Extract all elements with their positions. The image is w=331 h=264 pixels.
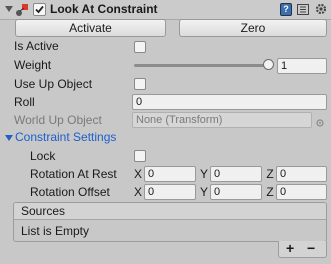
rotation-offset-y-input[interactable]: 0: [210, 184, 262, 200]
remove-source-button[interactable]: −: [307, 241, 315, 256]
gear-icon[interactable]: [314, 2, 328, 16]
roll-label: Roll: [14, 95, 35, 109]
rotation-offset-x-input[interactable]: 0: [144, 184, 196, 200]
triangle-down-icon[interactable]: [5, 135, 13, 141]
sources-header: Sources: [14, 203, 326, 220]
roll-input[interactable]: 0: [132, 94, 327, 110]
weight-slider-thumb[interactable]: [263, 59, 274, 70]
component-title: Look At Constraint: [50, 2, 158, 16]
rotation-offset-z-label: Z: [266, 185, 274, 199]
add-source-button[interactable]: +: [286, 241, 294, 256]
world-up-object-label: World Up Object: [14, 113, 102, 127]
is-active-label: Is Active: [14, 39, 59, 53]
is-active-checkbox[interactable]: [134, 41, 146, 53]
use-up-object-label: Use Up Object: [14, 77, 93, 91]
weight-input[interactable]: 1: [277, 58, 327, 74]
foldout-arrow-icon[interactable]: [5, 6, 13, 12]
activate-button[interactable]: Activate: [15, 19, 166, 37]
help-icon[interactable]: ?: [280, 3, 292, 16]
lock-checkbox[interactable]: [134, 150, 146, 162]
rotation-at-rest-z-label: Z: [266, 167, 274, 181]
rotation-at-rest-x-input[interactable]: 0: [144, 166, 196, 182]
constraint-icon: [15, 3, 29, 17]
sources-list: Sources List is Empty: [13, 202, 327, 242]
rotation-at-rest-y-input[interactable]: 0: [210, 166, 262, 182]
preset-icon[interactable]: [297, 4, 309, 15]
rotation-offset-x-label: X: [133, 185, 142, 199]
zero-button[interactable]: Zero: [179, 19, 327, 37]
sources-empty-text: List is Empty: [21, 224, 90, 238]
lock-label: Lock: [30, 149, 56, 163]
constraint-settings-foldout[interactable]: Constraint Settings: [15, 129, 116, 145]
rotation-at-rest-z-input[interactable]: 0: [276, 166, 327, 182]
rotation-offset-label: Rotation Offset: [30, 185, 110, 199]
world-up-object-field[interactable]: None (Transform): [132, 112, 312, 128]
sources-footer: + −: [278, 241, 327, 258]
rotation-at-rest-x-label: X: [133, 167, 142, 181]
rotation-offset-z-input[interactable]: 0: [276, 184, 327, 200]
component-enabled-checkbox[interactable]: [33, 3, 46, 16]
weight-label: Weight: [14, 58, 52, 72]
rotation-at-rest-y-label: Y: [199, 167, 208, 181]
weight-slider-track[interactable]: [134, 64, 269, 67]
rotation-at-rest-label: Rotation At Rest: [30, 167, 117, 181]
component-header: Look At Constraint ?: [0, 0, 331, 20]
use-up-object-checkbox[interactable]: [134, 78, 146, 90]
target-circle-icon[interactable]: [316, 116, 324, 127]
rotation-offset-y-label: Y: [199, 185, 208, 199]
